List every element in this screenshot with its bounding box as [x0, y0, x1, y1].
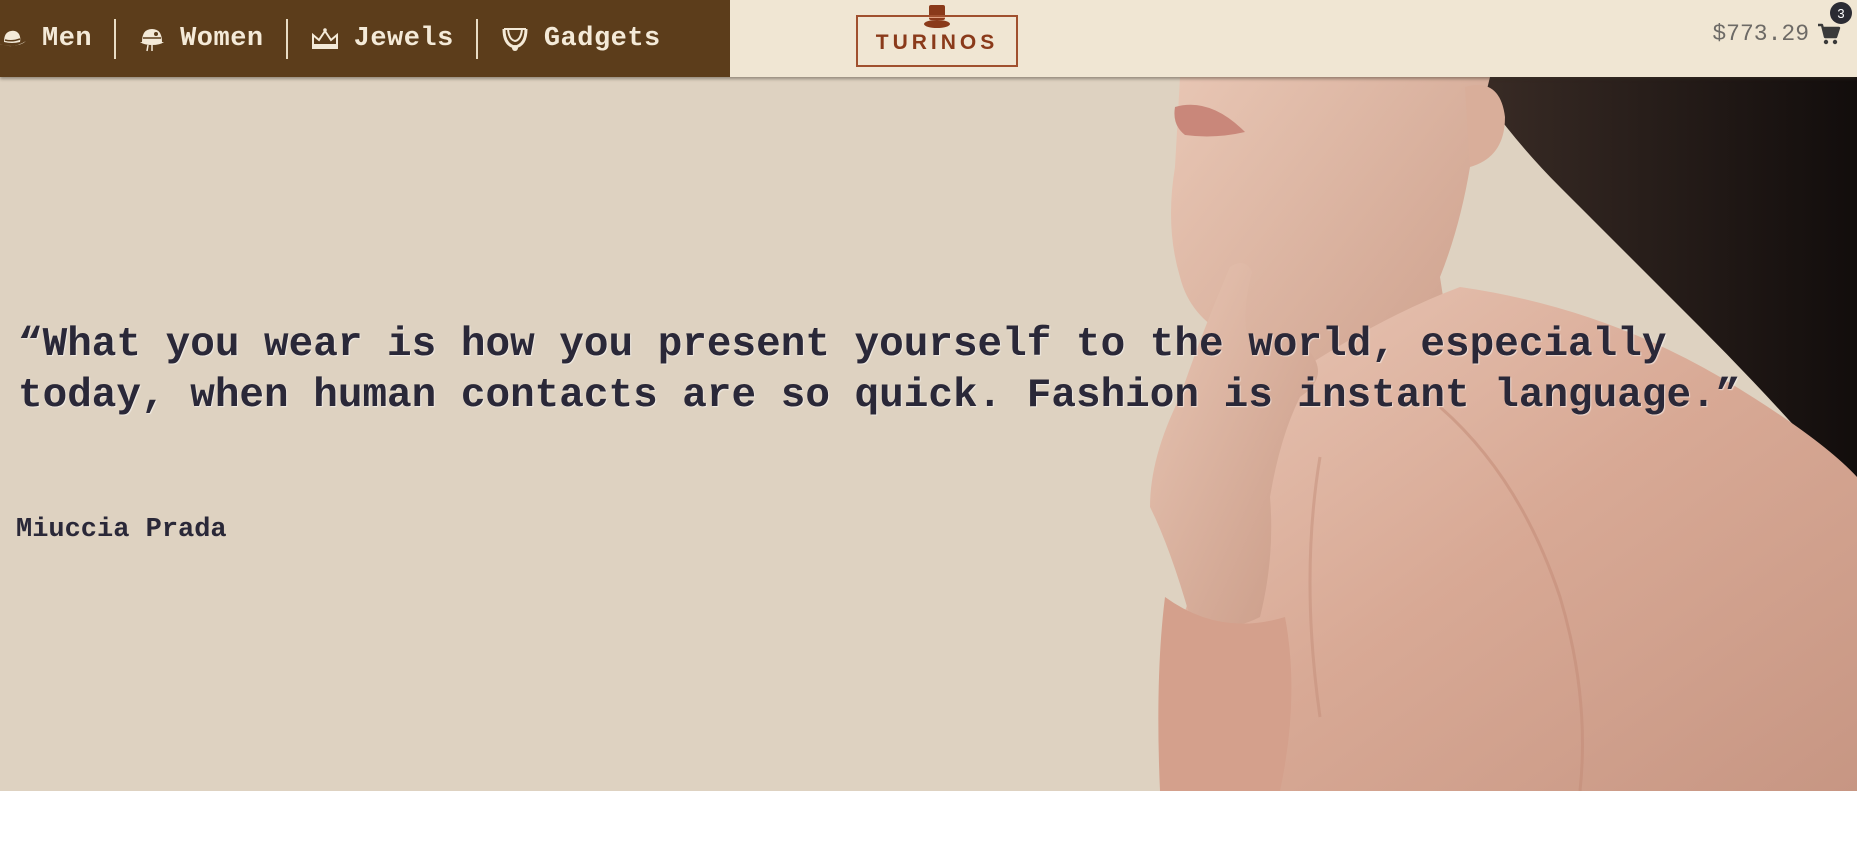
site-logo[interactable]: TURINOS	[856, 0, 1018, 70]
nav-divider	[285, 18, 288, 59]
fedora-hat-icon	[0, 28, 28, 50]
nav-divider	[114, 18, 117, 59]
page-below-fold	[0, 791, 1857, 861]
logo-frame: TURINOS	[856, 15, 1018, 67]
necklace-icon	[500, 25, 530, 53]
hero-quote: “What you wear is how you present yourse…	[18, 322, 1741, 419]
hero-model-image	[1150, 77, 1857, 791]
shopping-cart-icon: 3	[1817, 2, 1852, 46]
nav-item-gadgets[interactable]: Gadgets	[500, 19, 661, 59]
hero-banner: “What you wear is how you present yourse…	[0, 77, 1857, 791]
cart-count-badge: 3	[1830, 2, 1852, 24]
crown-icon	[310, 27, 340, 51]
site-header: Men Women Jewels Gadgets TURINOS $773.29…	[0, 0, 1857, 77]
logo-text: TURINOS	[875, 31, 999, 54]
nav-item-men[interactable]: Men	[0, 19, 92, 59]
category-nav: Men Women Jewels Gadgets	[0, 0, 730, 77]
nav-item-jewels[interactable]: Jewels	[310, 19, 454, 59]
quote-author: Miuccia Prada	[16, 515, 227, 545]
nav-item-women[interactable]: Women	[138, 19, 264, 59]
cart-total: $773.29	[1712, 21, 1809, 47]
nav-divider	[475, 18, 478, 59]
cloche-hat-icon	[138, 25, 166, 53]
nav-label-gadgets: Gadgets	[543, 23, 661, 54]
cart-button[interactable]: $773.29 3	[1712, 2, 1852, 54]
nav-label-jewels: Jewels	[353, 23, 454, 54]
nav-label-men: Men	[42, 23, 93, 54]
nav-label-women: Women	[180, 23, 264, 54]
